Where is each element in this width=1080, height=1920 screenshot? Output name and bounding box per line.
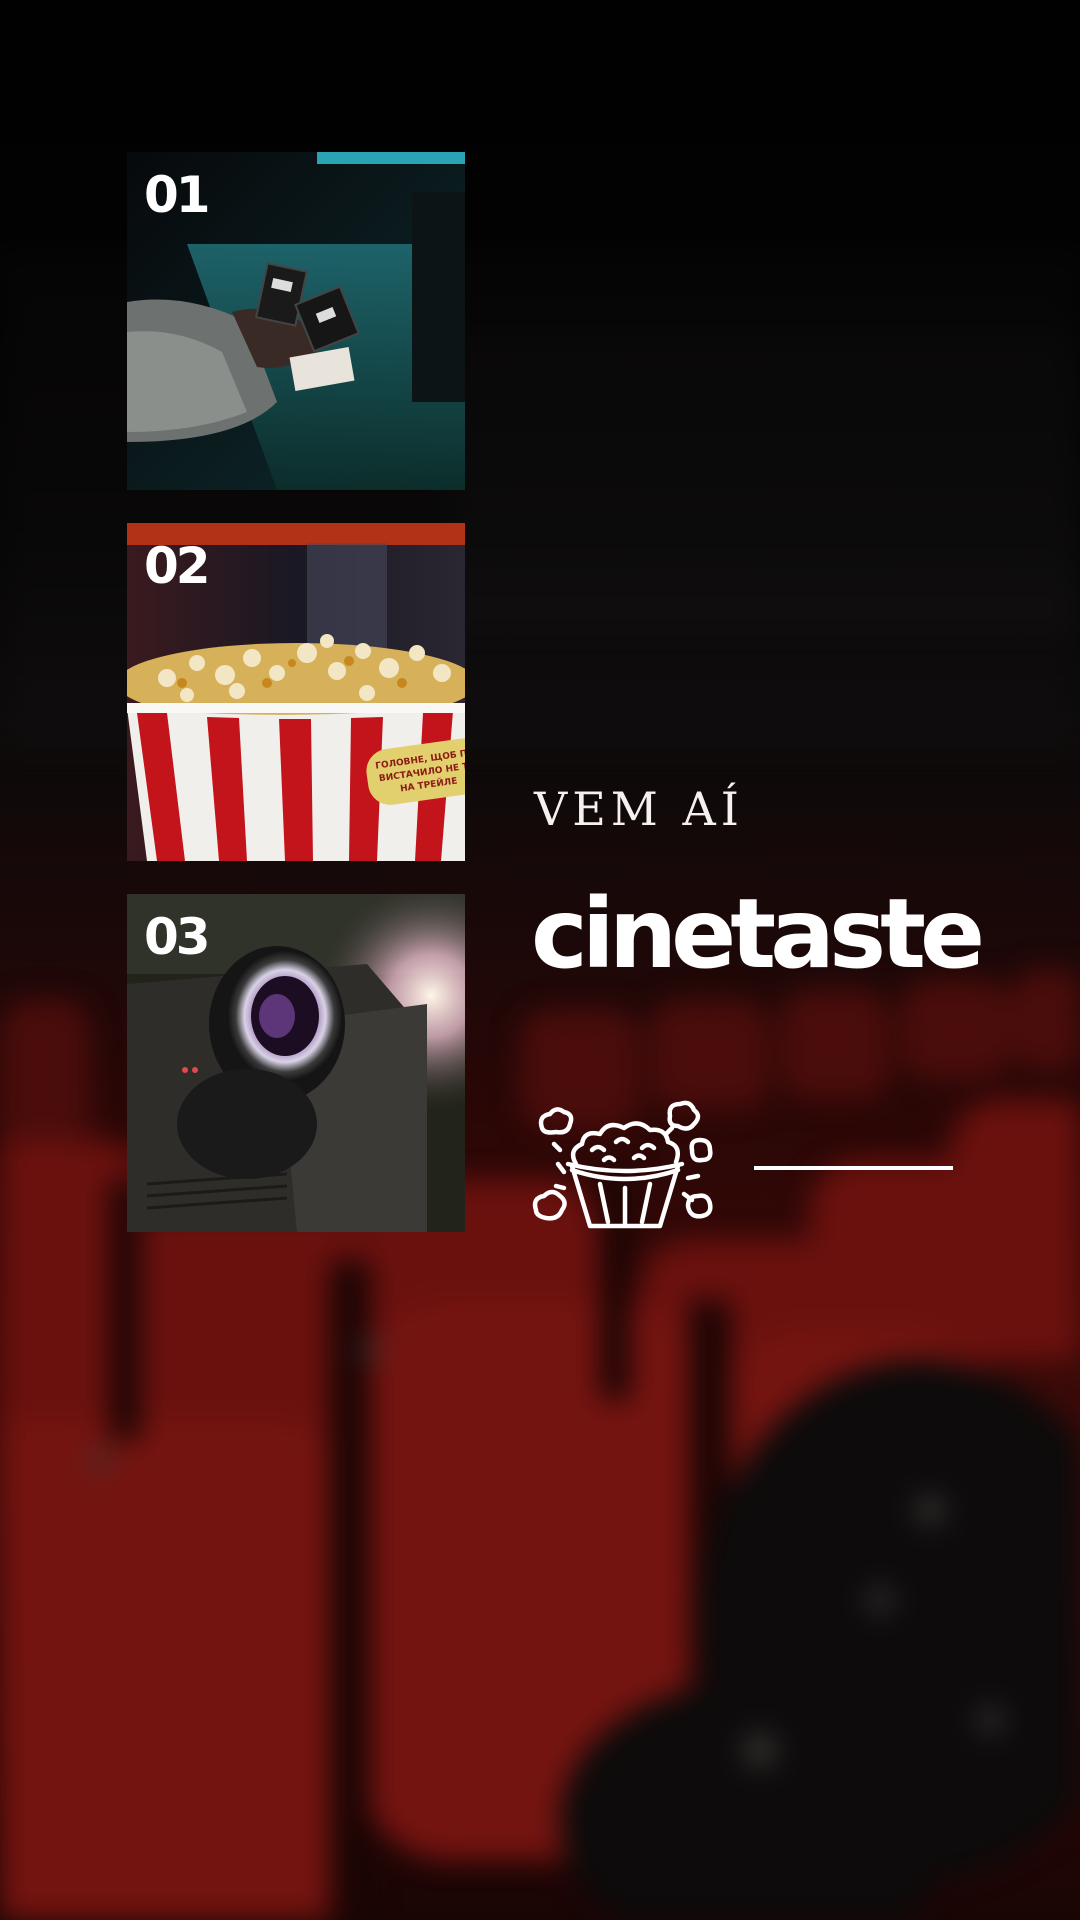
photo-tile-popcorn: ГОЛОВНЕ, ЩОБ ПО ВИСТАЧИЛО НЕ ТР НА ТРЕЙЛ… — [127, 523, 465, 861]
photo-tile-projector: 03 — [127, 894, 465, 1232]
popcorn-icon — [532, 1100, 713, 1229]
story-poster: 01 ГОЛОВНЕ, ЩОБ ПО ВИСТАЧИЛО НЕ ТР НА ТР… — [0, 0, 1080, 1920]
tile-number: 03 — [144, 908, 211, 966]
decorative-line — [754, 1166, 953, 1170]
photo-tile-tickets: 01 — [127, 152, 465, 490]
tile-number: 01 — [144, 166, 211, 224]
tile-number: 02 — [144, 537, 211, 595]
coming-soon-label: VEM AÍ — [534, 782, 744, 836]
brand-name: cinetaste — [531, 878, 985, 990]
